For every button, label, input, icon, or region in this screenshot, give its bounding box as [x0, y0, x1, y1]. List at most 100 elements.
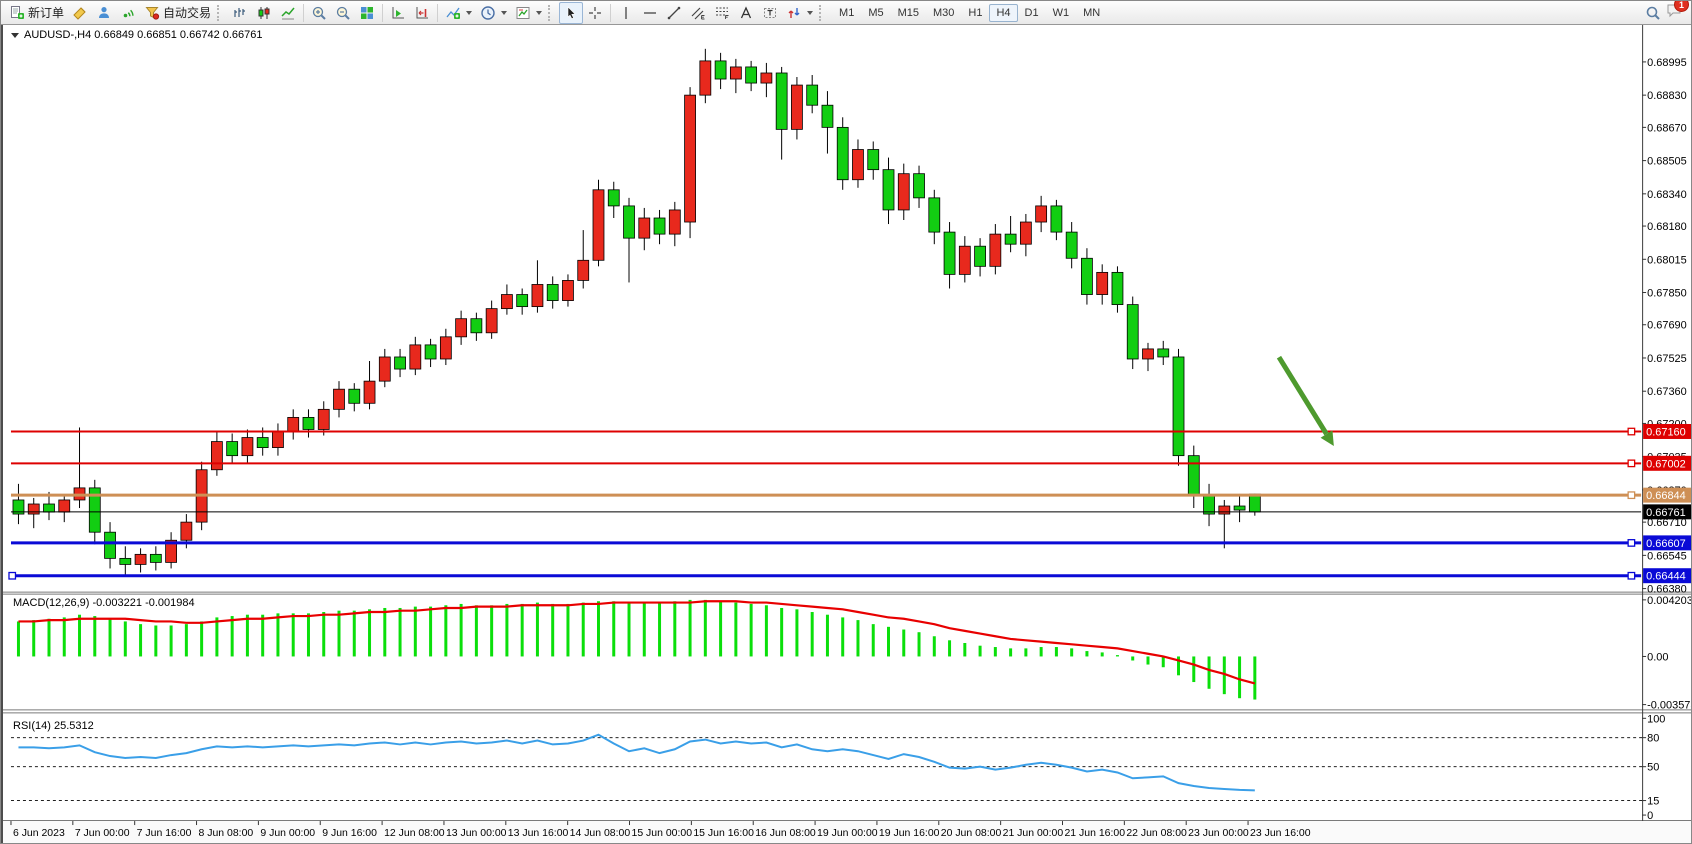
candle — [517, 295, 528, 307]
timeframe-button-h4[interactable]: H4 — [989, 4, 1017, 22]
candle — [761, 73, 772, 83]
svg-text:8 Jun 08:00: 8 Jun 08:00 — [199, 828, 254, 839]
candle — [669, 210, 680, 234]
svg-text:6 Jun 2023: 6 Jun 2023 — [13, 828, 65, 839]
candle — [28, 504, 39, 514]
timeframe-button-h1[interactable]: H1 — [961, 4, 989, 22]
line-handle[interactable] — [1628, 492, 1634, 498]
zoom-out-button[interactable] — [331, 2, 355, 24]
arrows-tool-button[interactable] — [782, 2, 817, 24]
person-icon — [96, 5, 112, 21]
timeframe-button-d1[interactable]: D1 — [1018, 4, 1046, 22]
zoom-in-button[interactable] — [307, 2, 331, 24]
timeframe-button-mn[interactable]: MN — [1076, 4, 1107, 22]
svg-text:0.68670: 0.68670 — [1647, 122, 1687, 134]
candle-chart-button[interactable] — [252, 2, 276, 24]
trendline-tool-button[interactable] — [662, 2, 686, 24]
indicators-button[interactable] — [441, 2, 476, 24]
periods-button[interactable] — [476, 2, 511, 24]
svg-text:50: 50 — [1647, 762, 1659, 774]
candle — [700, 61, 711, 95]
candle — [685, 95, 696, 222]
crosshair-button[interactable] — [583, 2, 607, 24]
arrows-icon — [786, 5, 802, 21]
svg-text:0.68180: 0.68180 — [1647, 221, 1687, 233]
svg-text:0.68340: 0.68340 — [1647, 189, 1687, 201]
candle — [1188, 456, 1199, 496]
autoscroll-button[interactable] — [386, 2, 410, 24]
candle — [120, 558, 131, 564]
chart-shift-button[interactable] — [410, 2, 434, 24]
timeframe-button-m15[interactable]: M15 — [891, 4, 926, 22]
collapse-icon[interactable] — [11, 33, 19, 38]
new-order-button[interactable]: 新订单 — [5, 2, 68, 24]
trendline-icon — [666, 5, 682, 21]
candle — [1127, 305, 1138, 359]
channel-tool-button[interactable] — [686, 2, 710, 24]
candle — [578, 260, 589, 280]
line-chart-icon — [280, 5, 296, 21]
cursor-icon — [563, 5, 579, 21]
tile-windows-icon — [359, 5, 375, 21]
candle — [547, 284, 558, 300]
label-tool-button[interactable] — [758, 2, 782, 24]
svg-text:0.66761: 0.66761 — [1646, 507, 1686, 519]
timeframe-button-m30[interactable]: M30 — [926, 4, 961, 22]
candle — [1173, 357, 1184, 456]
signals-button[interactable] — [116, 2, 140, 24]
profile-button[interactable] — [68, 2, 92, 24]
line-chart-button[interactable] — [276, 2, 300, 24]
svg-text:0.68505: 0.68505 — [1647, 156, 1687, 168]
chat-button[interactable]: 1 — [1665, 2, 1683, 23]
toolbar-grip — [819, 5, 828, 21]
search-button[interactable] — [1641, 2, 1665, 24]
line-handle[interactable] — [1628, 540, 1634, 546]
zoom-out-icon — [335, 5, 351, 21]
candle — [364, 381, 375, 403]
timeframe-button-m5[interactable]: M5 — [861, 4, 890, 22]
line-handle[interactable] — [1628, 573, 1634, 579]
bar-chart-button[interactable] — [228, 2, 252, 24]
notification-badge: 1 — [1674, 0, 1689, 12]
timeframe-button-m1[interactable]: M1 — [832, 4, 861, 22]
text-icon — [738, 5, 754, 21]
svg-text:80: 80 — [1647, 733, 1659, 745]
chart-shift-icon — [414, 5, 430, 21]
line-handle[interactable] — [1628, 428, 1634, 434]
cursor-button[interactable] — [559, 2, 583, 24]
svg-text:0: 0 — [1647, 810, 1653, 822]
chevron-down-icon — [466, 11, 472, 15]
candle — [486, 309, 497, 333]
line-handle[interactable] — [9, 573, 15, 579]
text-tool-button[interactable] — [734, 2, 758, 24]
candle — [334, 389, 345, 409]
line-handle[interactable] — [1628, 460, 1634, 466]
candle — [501, 295, 512, 309]
chart-canvas[interactable]: 0.689950.688300.686700.685050.683400.681… — [3, 25, 1691, 843]
candle — [1036, 206, 1047, 222]
terminal-button[interactable] — [92, 2, 116, 24]
toolbar-separator — [382, 4, 383, 22]
svg-text:14 Jun 08:00: 14 Jun 08:00 — [570, 828, 631, 839]
fibonacci-tool-button[interactable] — [710, 2, 734, 24]
templates-button[interactable] — [511, 2, 546, 24]
autotrading-button[interactable]: 自动交易 — [140, 2, 215, 24]
toolbar: 新订单 自动交易 — [1, 1, 1691, 25]
svg-text:0.67850: 0.67850 — [1647, 288, 1687, 300]
svg-text:7 Jun 16:00: 7 Jun 16:00 — [137, 828, 192, 839]
candle — [822, 105, 833, 127]
horizontal-line-tool-button[interactable] — [638, 2, 662, 24]
candle — [181, 522, 192, 540]
bar-chart-icon — [232, 5, 248, 21]
toolbar-grip — [548, 5, 557, 21]
vertical-line-tool-button[interactable] — [614, 2, 638, 24]
candle — [807, 85, 818, 105]
candle — [624, 206, 635, 238]
candle-chart-icon — [256, 5, 272, 21]
candle — [257, 438, 268, 448]
candle — [1066, 232, 1077, 258]
candle — [318, 409, 329, 429]
tile-windows-button[interactable] — [355, 2, 379, 24]
timeframe-button-w1[interactable]: W1 — [1046, 4, 1077, 22]
candle — [791, 85, 802, 129]
